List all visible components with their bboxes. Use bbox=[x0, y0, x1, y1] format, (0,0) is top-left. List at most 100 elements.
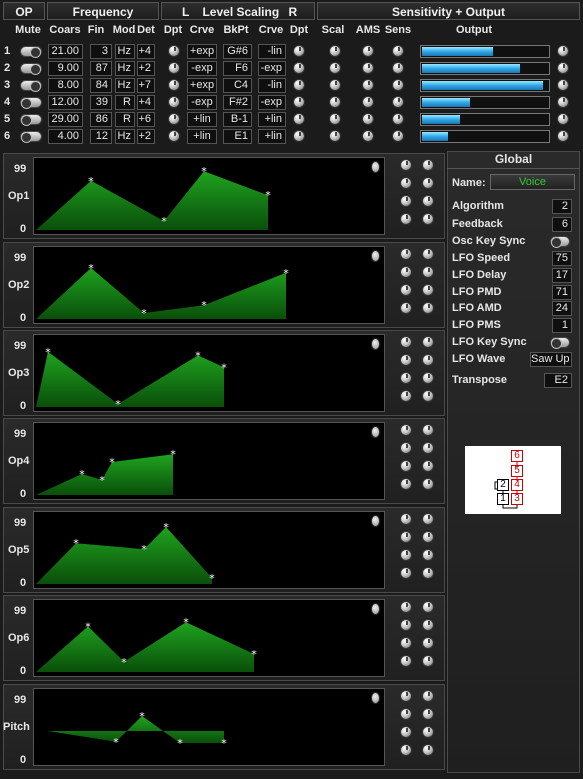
fine-field[interactable]: 3 bbox=[90, 44, 112, 59]
rate-knob[interactable] bbox=[400, 372, 412, 384]
mute-toggle[interactable] bbox=[20, 97, 42, 109]
output-level-bar[interactable] bbox=[420, 45, 550, 58]
level-knob[interactable] bbox=[422, 284, 434, 296]
scaling-knob[interactable] bbox=[329, 113, 341, 125]
envelope-scroll-icon[interactable] bbox=[371, 603, 380, 615]
envelope-point[interactable]: * bbox=[201, 299, 207, 312]
ams-knob[interactable] bbox=[362, 96, 374, 108]
output-level-bar[interactable] bbox=[420, 113, 550, 126]
feedback-field[interactable]: 6 bbox=[552, 217, 572, 232]
fine-field[interactable]: 39 bbox=[90, 95, 112, 110]
depth-left-knob[interactable] bbox=[168, 62, 180, 74]
output-level-bar[interactable] bbox=[420, 130, 550, 143]
level-knob[interactable] bbox=[422, 336, 434, 348]
osc-key-sync-toggle[interactable] bbox=[550, 236, 570, 248]
lfo-key-sync-toggle[interactable] bbox=[550, 337, 570, 349]
envelope-point[interactable]: * bbox=[221, 737, 227, 750]
mute-toggle[interactable] bbox=[20, 131, 42, 143]
rate-knob[interactable] bbox=[400, 726, 412, 738]
depth-left-knob[interactable] bbox=[168, 130, 180, 142]
sens-knob[interactable] bbox=[392, 79, 404, 91]
envelope-scroll-icon[interactable] bbox=[371, 692, 380, 704]
output-knob[interactable] bbox=[557, 113, 569, 125]
envelope-point[interactable]: * bbox=[85, 620, 91, 633]
rate-knob[interactable] bbox=[400, 619, 412, 631]
fine-field[interactable]: 86 bbox=[90, 112, 112, 127]
mode-field[interactable]: Hz bbox=[115, 44, 135, 59]
breakpoint-field[interactable]: C4 bbox=[223, 78, 252, 93]
curve-left-field[interactable]: +lin bbox=[187, 129, 217, 144]
rate-knob[interactable] bbox=[400, 284, 412, 296]
envelope-point[interactable]: * bbox=[183, 616, 189, 629]
sens-knob[interactable] bbox=[392, 130, 404, 142]
curve-right-field[interactable]: -exp bbox=[258, 61, 286, 76]
level-knob[interactable] bbox=[422, 619, 434, 631]
ams-knob[interactable] bbox=[362, 45, 374, 57]
detune-field[interactable]: +4 bbox=[137, 95, 155, 110]
rate-knob[interactable] bbox=[400, 478, 412, 490]
scaling-knob[interactable] bbox=[329, 96, 341, 108]
level-knob[interactable] bbox=[422, 213, 434, 225]
depth-left-knob[interactable] bbox=[168, 96, 180, 108]
mute-toggle[interactable] bbox=[20, 46, 42, 58]
depth-left-knob[interactable] bbox=[168, 79, 180, 91]
curve-right-field[interactable]: +lin bbox=[258, 129, 286, 144]
envelope-point[interactable]: * bbox=[99, 474, 105, 487]
envelope-point[interactable]: * bbox=[139, 710, 145, 723]
envelope-point[interactable]: * bbox=[115, 398, 121, 411]
rate-knob[interactable] bbox=[400, 390, 412, 402]
output-knob[interactable] bbox=[557, 96, 569, 108]
depth-left-knob[interactable] bbox=[168, 113, 180, 125]
level-knob[interactable] bbox=[422, 195, 434, 207]
envelope-point[interactable]: * bbox=[265, 189, 271, 202]
level-knob[interactable] bbox=[422, 549, 434, 561]
envelope-point[interactable]: * bbox=[45, 346, 51, 359]
sens-knob[interactable] bbox=[392, 45, 404, 57]
detune-field[interactable]: +4 bbox=[137, 44, 155, 59]
lfo-speed-field[interactable]: 75 bbox=[552, 251, 572, 266]
level-knob[interactable] bbox=[422, 266, 434, 278]
rate-knob[interactable] bbox=[400, 549, 412, 561]
lfo-wave-field[interactable]: Saw Up bbox=[530, 352, 572, 367]
depth-right-knob[interactable] bbox=[293, 130, 305, 142]
breakpoint-field[interactable]: F6 bbox=[223, 61, 252, 76]
level-knob[interactable] bbox=[422, 726, 434, 738]
envelope-scroll-icon[interactable] bbox=[371, 161, 380, 173]
rate-knob[interactable] bbox=[400, 531, 412, 543]
ams-knob[interactable] bbox=[362, 62, 374, 74]
rate-knob[interactable] bbox=[400, 177, 412, 189]
curve-left-field[interactable]: +exp bbox=[187, 78, 217, 93]
envelope-point[interactable]: * bbox=[195, 349, 201, 362]
envelope-point[interactable]: * bbox=[201, 165, 207, 178]
level-knob[interactable] bbox=[422, 513, 434, 525]
coarse-field[interactable]: 21.00 bbox=[48, 44, 83, 59]
rate-knob[interactable] bbox=[400, 655, 412, 667]
envelope-graph[interactable]: * * * * bbox=[33, 688, 385, 766]
mode-field[interactable]: Hz bbox=[115, 61, 135, 76]
envelope-point[interactable]: * bbox=[209, 572, 215, 585]
output-knob[interactable] bbox=[557, 79, 569, 91]
level-knob[interactable] bbox=[422, 354, 434, 366]
coarse-field[interactable]: 12.00 bbox=[48, 95, 83, 110]
mode-field[interactable]: R bbox=[115, 95, 135, 110]
depth-right-knob[interactable] bbox=[293, 96, 305, 108]
depth-left-knob[interactable] bbox=[168, 45, 180, 57]
breakpoint-field[interactable]: G#6 bbox=[223, 44, 252, 59]
curve-right-field[interactable]: -lin bbox=[258, 44, 286, 59]
depth-right-knob[interactable] bbox=[293, 45, 305, 57]
mode-field[interactable]: R bbox=[115, 112, 135, 127]
level-knob[interactable] bbox=[422, 601, 434, 613]
envelope-graph[interactable]: * * * * bbox=[33, 511, 385, 589]
mode-field[interactable]: Hz bbox=[115, 129, 135, 144]
envelope-scroll-icon[interactable] bbox=[371, 426, 380, 438]
envelope-point[interactable]: * bbox=[109, 456, 115, 469]
scaling-knob[interactable] bbox=[329, 130, 341, 142]
depth-right-knob[interactable] bbox=[293, 62, 305, 74]
envelope-point[interactable]: * bbox=[283, 267, 289, 280]
mode-field[interactable]: Hz bbox=[115, 78, 135, 93]
envelope-point[interactable]: * bbox=[163, 521, 169, 534]
rate-knob[interactable] bbox=[400, 567, 412, 579]
rate-knob[interactable] bbox=[400, 460, 412, 472]
envelope-point[interactable]: * bbox=[141, 307, 147, 320]
detune-field[interactable]: +7 bbox=[137, 78, 155, 93]
